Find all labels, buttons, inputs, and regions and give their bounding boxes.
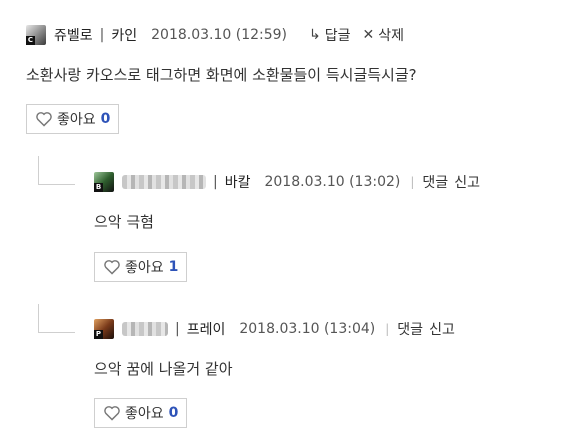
- heart-icon: [104, 406, 120, 421]
- reply-branch-line: [38, 156, 75, 185]
- report-button[interactable]: 신고: [429, 319, 455, 339]
- like-count: 0: [168, 405, 179, 421]
- delete-label: 삭제: [378, 28, 405, 44]
- reply-branch-line: [38, 304, 75, 333]
- comment-header: B | 바칼 2018.03.10 (13:02) | 댓글 신고: [94, 171, 480, 193]
- like-count: 0: [100, 111, 111, 127]
- like-button[interactable]: 좋아요 1: [94, 252, 188, 282]
- comment-date: 2018.03.10 (12:59): [151, 27, 288, 43]
- divider: |: [385, 322, 390, 336]
- server-name: 카인: [111, 28, 138, 44]
- like-button[interactable]: 좋아요 0: [26, 104, 120, 134]
- divider: |: [99, 27, 105, 43]
- reply-arrow-icon: ↳: [309, 27, 321, 43]
- like-label: 좋아요: [125, 260, 164, 276]
- nickname-blurred: [122, 175, 206, 189]
- divider: |: [410, 175, 415, 189]
- reply-button[interactable]: ↳ 답글: [309, 25, 351, 45]
- level-badge: C: [26, 36, 35, 45]
- comment-date: 2018.03.10 (13:02): [264, 174, 401, 190]
- server-name: 프레이: [186, 322, 226, 338]
- comment-header: P | 프레이 2018.03.10 (13:04) | 댓글 신고: [94, 318, 455, 340]
- level-badge: P: [94, 330, 103, 339]
- like-button[interactable]: 좋아요 0: [94, 398, 188, 428]
- like-label: 좋아요: [125, 406, 164, 422]
- reply-label: 답글: [324, 28, 351, 44]
- like-label: 좋아요: [57, 112, 96, 128]
- nickname[interactable]: 쥬벨로: [54, 25, 93, 45]
- divider: |: [213, 174, 218, 190]
- comment-body: 소환사랑 카오스로 태그하면 화면에 소환물들이 득시글득시글?: [26, 66, 417, 84]
- delete-button[interactable]: ✕ 삭제: [363, 25, 405, 45]
- comment-date: 2018.03.10 (13:04): [239, 321, 376, 337]
- level-badge: B: [94, 183, 103, 192]
- heart-icon: [36, 112, 52, 127]
- like-count: 1: [168, 259, 179, 275]
- comment-body: 으악 극혐: [94, 213, 154, 231]
- heart-icon: [104, 260, 120, 275]
- nickname-blurred: [122, 322, 168, 336]
- comment-header: C 쥬벨로 | 카인 2018.03.10 (12:59) ↳ 답글 ✕ 삭제: [26, 24, 404, 46]
- close-icon: ✕: [362, 27, 375, 43]
- reply-button[interactable]: 댓글: [422, 172, 448, 192]
- avatar[interactable]: B: [94, 172, 114, 192]
- divider: |: [175, 321, 180, 337]
- comment-body: 으악 꿈에 나올거 같아: [94, 360, 233, 378]
- avatar[interactable]: P: [94, 319, 114, 339]
- reply-button[interactable]: 댓글: [397, 319, 423, 339]
- server-name: 바칼: [224, 175, 251, 191]
- avatar[interactable]: C: [26, 25, 46, 45]
- report-button[interactable]: 신고: [454, 172, 480, 192]
